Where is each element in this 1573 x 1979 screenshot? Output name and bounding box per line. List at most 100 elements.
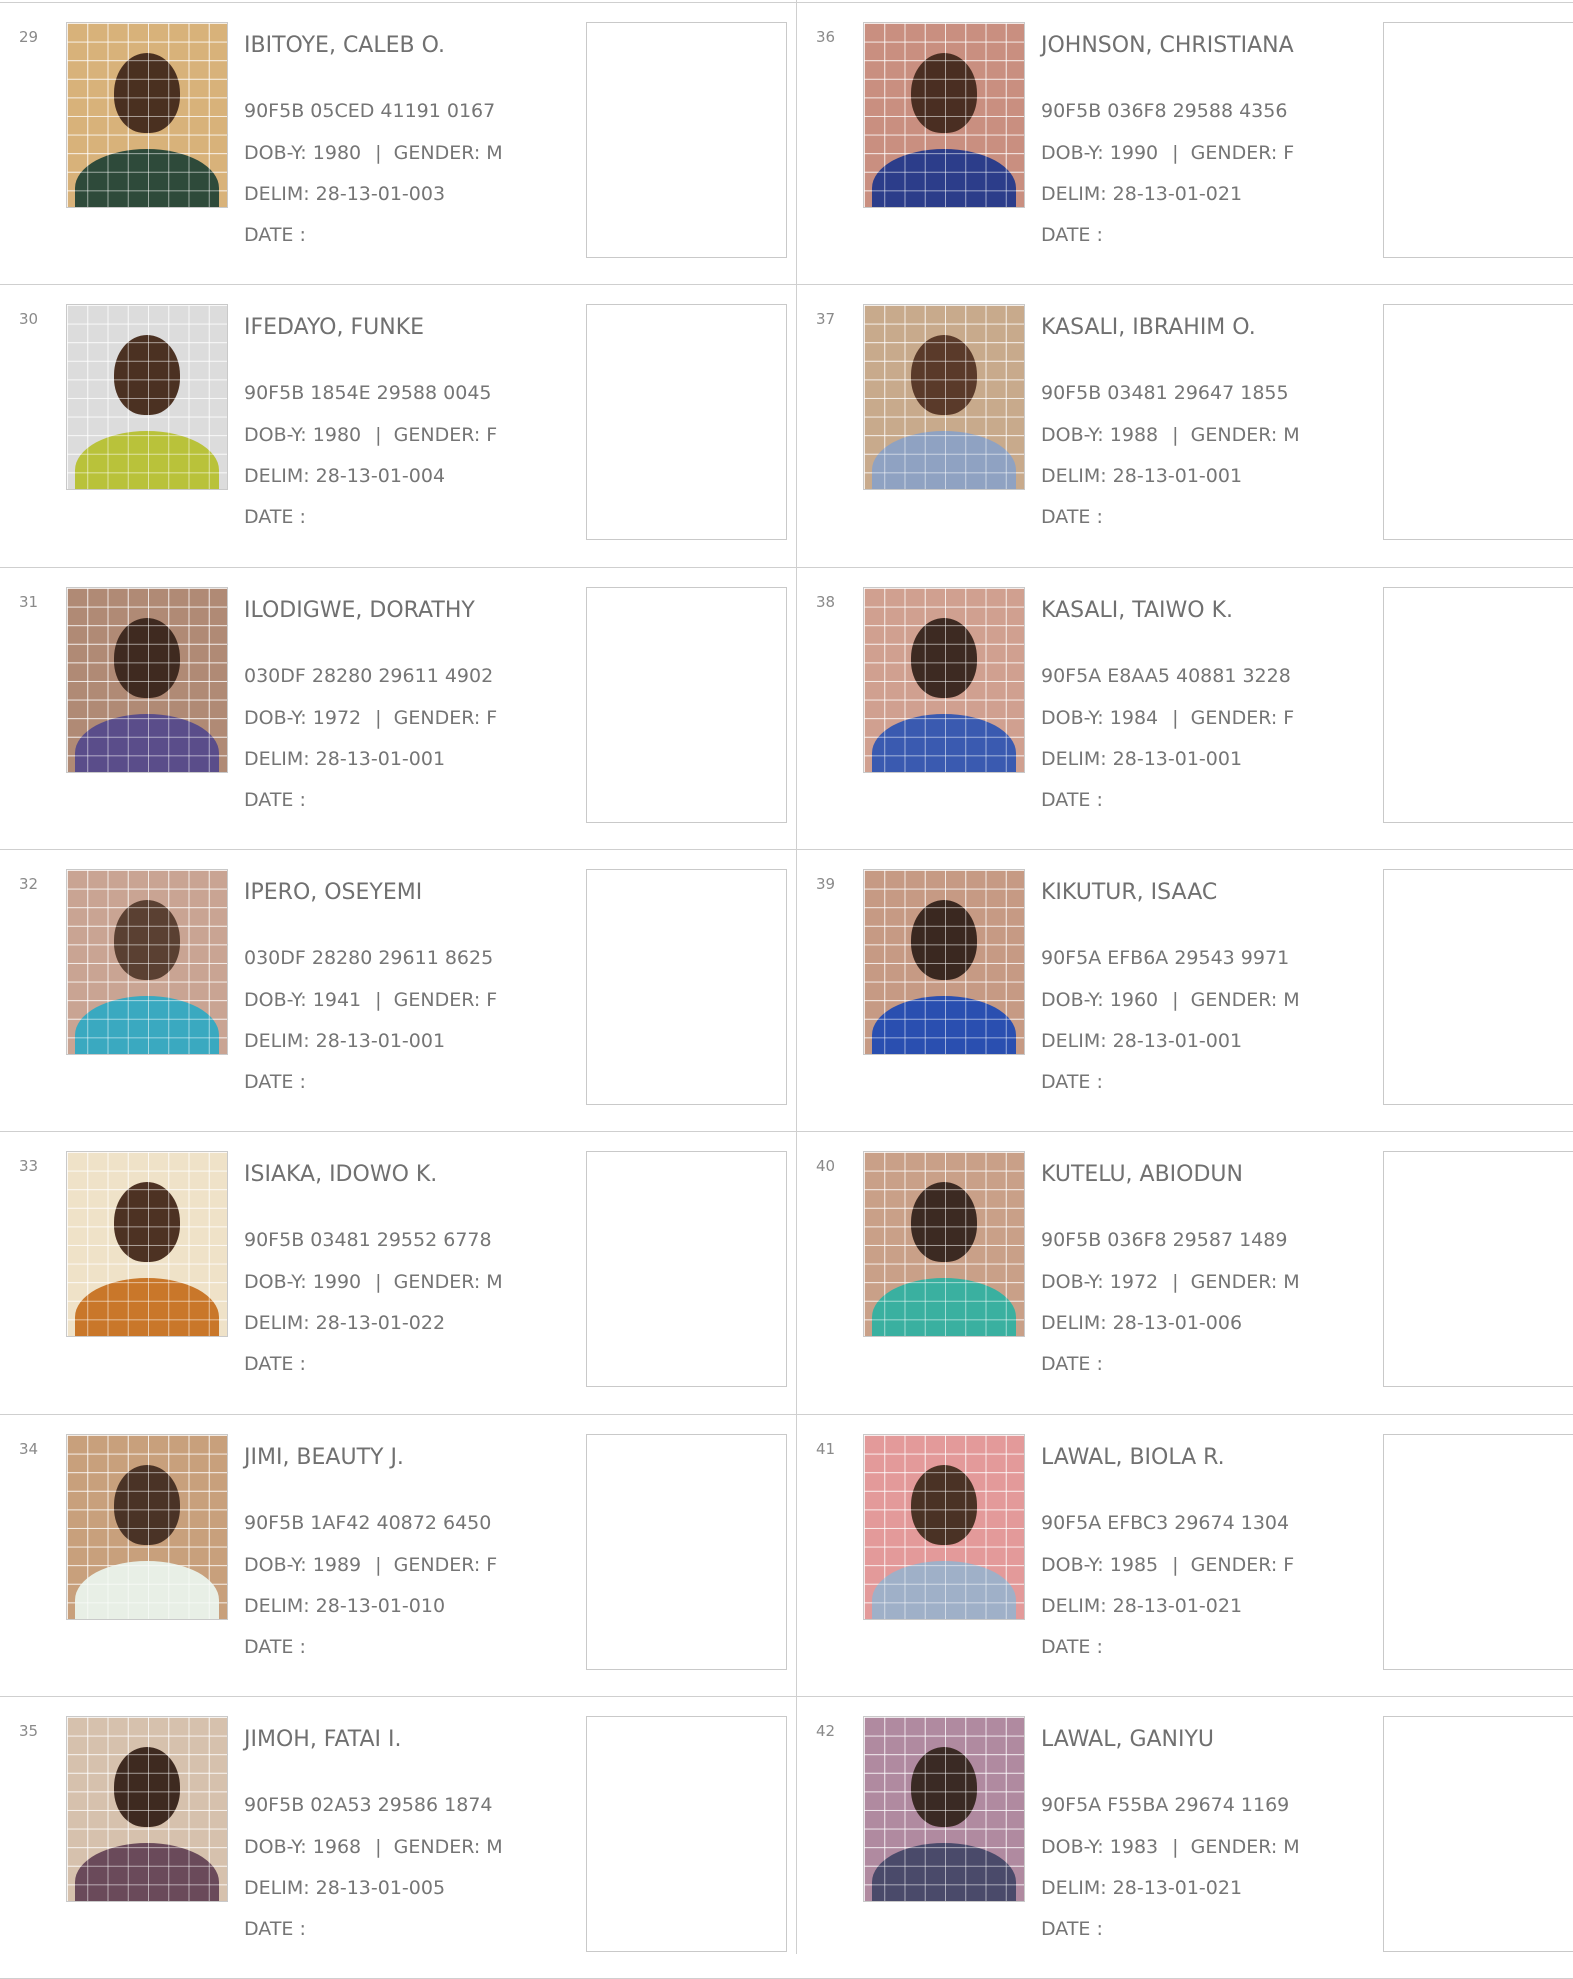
dob-value: 1968: [312, 1836, 362, 1858]
voter-record-card: 39 KIKUTUR, ISAAC 90F5A EFB6A 29543 9971…: [797, 849, 1573, 1131]
delim-label: DELIM:: [244, 1877, 310, 1899]
voter-id-number: 90F5B 036F8 29588 4356: [1041, 100, 1288, 122]
signature-thumbprint-box: [586, 304, 787, 540]
dob-gender-line: DOB-Y: 1972 | GENDER: F: [244, 707, 497, 729]
voter-id-number: 90F5B 05CED 41191 0167: [244, 100, 496, 122]
dob-label: DOB-Y:: [1041, 1554, 1104, 1576]
dob-label: DOB-Y:: [1041, 707, 1104, 729]
gender-value: M: [486, 1836, 503, 1858]
dob-value: 1972: [312, 707, 362, 729]
photo-grid-overlay: [67, 1152, 227, 1336]
record-number: 31: [19, 593, 39, 611]
voter-record-card: 34 JIMI, BEAUTY J. 90F5B 1AF42 40872 645…: [0, 1414, 787, 1696]
voter-record-card: 30 IFEDAYO, FUNKE 90F5B 1854E 29588 0045…: [0, 284, 787, 566]
signature-thumbprint-box: [586, 1151, 787, 1387]
delim-label: DELIM:: [1041, 1312, 1107, 1334]
delim-value: 28-13-01-022: [315, 1312, 446, 1334]
date-line: DATE :: [244, 506, 306, 528]
delim-line: DELIM: 28-13-01-001: [1041, 1030, 1242, 1052]
voter-record-card: 35 JIMOH, FATAI I. 90F5B 02A53 29586 187…: [0, 1696, 787, 1978]
voter-record-card: 41 LAWAL, BIOLA R. 90F5A EFBC3 29674 130…: [797, 1414, 1573, 1696]
signature-thumbprint-box: [1383, 22, 1573, 258]
signature-thumbprint-box: [586, 1716, 787, 1952]
dob-gender-line: DOB-Y: 1989 | GENDER: F: [244, 1554, 497, 1576]
voter-id-number: 030DF 28280 29611 4902: [244, 665, 494, 687]
voter-id-number: 030DF 28280 29611 8625: [244, 947, 494, 969]
delim-line: DELIM: 28-13-01-001: [1041, 748, 1242, 770]
delim-label: DELIM:: [244, 1312, 310, 1334]
voter-id-number: 90F5B 03481 29647 1855: [1041, 382, 1289, 404]
voter-name: IFEDAYO, FUNKE: [244, 315, 425, 340]
date-line: DATE :: [244, 1636, 306, 1658]
delim-label: DELIM:: [244, 1030, 310, 1052]
date-line: DATE :: [1041, 789, 1103, 811]
voter-name: ILODIGWE, DORATHY: [244, 598, 475, 623]
delim-label: DELIM:: [244, 465, 310, 487]
dob-value: 1989: [312, 1554, 362, 1576]
delim-line: DELIM: 28-13-01-001: [244, 748, 445, 770]
signature-thumbprint-box: [1383, 1151, 1573, 1387]
dob-value: 1985: [1109, 1554, 1159, 1576]
voter-id-number: 90F5A F55BA 29674 1169: [1041, 1794, 1290, 1816]
gender-value: F: [486, 424, 498, 446]
voter-name: KIKUTUR, ISAAC: [1041, 880, 1218, 905]
field-separator: |: [375, 707, 382, 729]
date-label: DATE :: [1041, 1353, 1103, 1375]
record-number: 42: [816, 1722, 836, 1740]
gender-label: GENDER:: [1190, 1836, 1278, 1858]
dob-value: 1983: [1109, 1836, 1159, 1858]
date-label: DATE :: [1041, 1636, 1103, 1658]
dob-label: DOB-Y:: [244, 424, 307, 446]
field-separator: |: [375, 424, 382, 446]
dob-label: DOB-Y:: [1041, 989, 1104, 1011]
dob-gender-line: DOB-Y: 1985 | GENDER: F: [1041, 1554, 1294, 1576]
photo-grid-overlay: [864, 1435, 1024, 1619]
voter-photo: [863, 1434, 1025, 1620]
gender-label: GENDER:: [1190, 1554, 1278, 1576]
dob-gender-line: DOB-Y: 1941 | GENDER: F: [244, 989, 497, 1011]
voter-record-card: 38 KASALI, TAIWO K. 90F5A E8AA5 40881 32…: [797, 567, 1573, 849]
dob-value: 1988: [1109, 424, 1159, 446]
field-separator: |: [1172, 1554, 1179, 1576]
record-number: 39: [816, 875, 836, 893]
photo-grid-overlay: [864, 305, 1024, 489]
dob-label: DOB-Y:: [244, 707, 307, 729]
date-label: DATE :: [1041, 789, 1103, 811]
voter-name: LAWAL, BIOLA R.: [1041, 1445, 1225, 1470]
date-label: DATE :: [244, 1071, 306, 1093]
delim-line: DELIM: 28-13-01-021: [1041, 1877, 1242, 1899]
delim-value: 28-13-01-001: [315, 1030, 446, 1052]
dob-label: DOB-Y:: [1041, 1271, 1104, 1293]
delim-label: DELIM:: [1041, 1030, 1107, 1052]
signature-thumbprint-box: [1383, 304, 1573, 540]
delim-label: DELIM:: [244, 748, 310, 770]
dob-label: DOB-Y:: [1041, 424, 1104, 446]
gender-label: GENDER:: [393, 1271, 481, 1293]
delim-value: 28-13-01-001: [1112, 1030, 1243, 1052]
dob-label: DOB-Y:: [244, 142, 307, 164]
delim-line: DELIM: 28-13-01-006: [1041, 1312, 1242, 1334]
date-line: DATE :: [244, 1918, 306, 1940]
delim-line: DELIM: 28-13-01-021: [1041, 1595, 1242, 1617]
dob-gender-line: DOB-Y: 1988 | GENDER: M: [1041, 424, 1300, 446]
photo-grid-overlay: [67, 1435, 227, 1619]
record-number: 40: [816, 1157, 836, 1175]
record-number: 37: [816, 310, 836, 328]
record-number: 35: [19, 1722, 39, 1740]
delim-value: 28-13-01-005: [315, 1877, 446, 1899]
gender-label: GENDER:: [1190, 707, 1278, 729]
delim-value: 28-13-01-021: [1112, 1877, 1243, 1899]
voter-record-card: 37 KASALI, IBRAHIM O. 90F5B 03481 29647 …: [797, 284, 1573, 566]
voter-name: JIMOH, FATAI I.: [244, 1727, 402, 1752]
dob-value: 1960: [1109, 989, 1159, 1011]
photo-grid-overlay: [864, 588, 1024, 772]
dob-gender-line: DOB-Y: 1990 | GENDER: F: [1041, 142, 1294, 164]
delim-value: 28-13-01-006: [1112, 1312, 1243, 1334]
photo-grid-overlay: [67, 305, 227, 489]
signature-thumbprint-box: [586, 22, 787, 258]
gender-value: M: [1283, 989, 1300, 1011]
voter-id-number: 90F5A EFB6A 29543 9971: [1041, 947, 1290, 969]
voter-name: ISIAKA, IDOWO K.: [244, 1162, 438, 1187]
date-line: DATE :: [1041, 224, 1103, 246]
photo-grid-overlay: [864, 23, 1024, 207]
